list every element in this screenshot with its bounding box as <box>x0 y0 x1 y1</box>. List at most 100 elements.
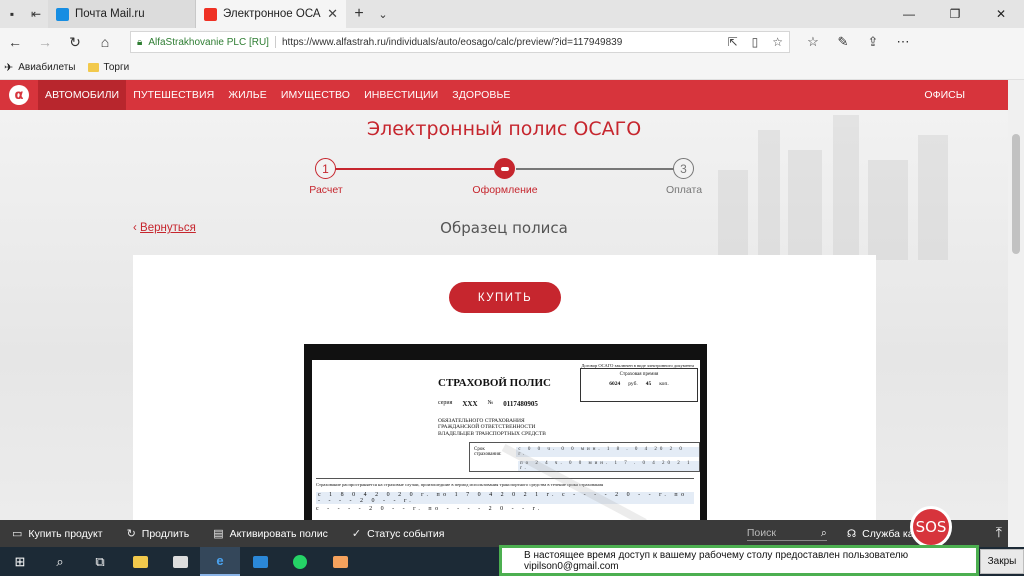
url-input[interactable]: 🔒︎ AlfaStrakhovanie PLC [RU] https://www… <box>130 31 790 53</box>
sample-title: Образец полиса <box>440 219 568 237</box>
search-placeholder: Поиск <box>746 527 776 539</box>
divider <box>274 36 276 48</box>
scroll-top-icon[interactable]: ⤒ <box>996 524 1002 541</box>
policy-document: Договор ОСАГО заключен в виде электронно… <box>312 360 700 520</box>
policy-title: СТРАХОВОЙ ПОЛИС <box>438 377 551 389</box>
home-icon[interactable]: ⌂ <box>90 34 120 50</box>
minimize-icon[interactable]: — <box>886 0 932 28</box>
restore-icon[interactable]: ❐ <box>932 0 978 28</box>
favorites-icon[interactable]: ☆ <box>798 34 828 50</box>
alfa-icon <box>204 7 217 21</box>
tab-manager-icon[interactable]: ▪ <box>0 0 24 28</box>
windows-start-icon[interactable]: ⊞ <box>0 547 40 576</box>
tab-osago[interactable]: Электронное ОСАГО ✕ <box>196 0 346 28</box>
policy-card: КУПИТЬ Договор ОСАГО заключен в виде эле… <box>133 255 876 520</box>
share-icon[interactable]: ⇪ <box>858 34 888 50</box>
premium-value: 6024 руб. 45 коп. <box>581 381 697 387</box>
premium-rub-unit: руб. <box>628 381 638 387</box>
page-scrollbar[interactable] <box>1008 80 1024 547</box>
task-view-icon[interactable]: ⧉ <box>80 547 120 576</box>
scroll-thumb[interactable] <box>1012 134 1020 254</box>
nav-investments[interactable]: ИНВЕСТИЦИИ <box>357 80 445 110</box>
more-icon[interactable]: ⋯ <box>888 34 918 50</box>
activate-policy-link[interactable]: ▤ Активировать полис <box>201 527 340 541</box>
close-tab-icon[interactable]: ✕ <box>327 6 338 22</box>
term-from: с 0 0 ч. 0 0 мин. 1 8 . 0 4 20 2 0 г. <box>516 447 699 457</box>
step-3-circle: 3 <box>673 158 694 179</box>
step-line-pending <box>516 168 686 170</box>
edge-icon[interactable]: e <box>200 547 240 576</box>
cart-icon: ▭ <box>12 528 23 540</box>
premium-kop: 45 <box>645 381 652 387</box>
star-icon[interactable]: ☆ <box>772 35 783 49</box>
number-value: 0117480905 <box>503 400 538 408</box>
address-bar-row: ← → ↻ ⌂ 🔒︎ AlfaStrakhovanie PLC [RU] htt… <box>0 28 1024 56</box>
step-2-label: Оформление <box>472 184 538 196</box>
reader-icon[interactable]: ⇱ <box>728 35 738 49</box>
chevron-down-icon[interactable]: ⌄ <box>372 0 394 28</box>
close-window-icon[interactable]: ✕ <box>978 0 1024 28</box>
bookmark-label: Авиабилеты <box>18 62 76 73</box>
remote-access-notification: В настоящее время доступ к вашему рабоче… <box>499 545 979 576</box>
alfa-logo[interactable]: α <box>0 80 38 110</box>
nav-housing[interactable]: ЖИЛЬЕ <box>221 80 274 110</box>
refresh-icon[interactable]: ↻ <box>60 34 90 51</box>
back-arrow-icon[interactable]: ← <box>0 34 30 50</box>
browser-tab-bar: ▪ ⇤ Почта Mail.ru Электронное ОСАГО ✕ + … <box>0 0 1024 28</box>
insure-line: ВЛАДЕЛЬЦЕВ ТРАНСПОРТНЫХ СРЕДСТВ <box>438 430 546 437</box>
new-tab-button[interactable]: + <box>346 0 372 28</box>
tab-mail-ru[interactable]: Почта Mail.ru <box>48 0 196 28</box>
event-status-link[interactable]: ✓ Статус события <box>340 527 456 541</box>
page-title: Электронный полис ОСАГО <box>366 118 642 140</box>
nav-offices[interactable]: ОФИСЫ <box>924 89 965 101</box>
whatsapp-icon[interactable] <box>280 547 320 576</box>
close-notification-button[interactable]: Закры <box>980 549 1024 574</box>
bookmark-torgi[interactable]: Торги <box>87 62 129 73</box>
browser-tools: ☆ ✎ ⇪ ⋯ <box>798 34 918 50</box>
step-3-label: Оплата <box>665 184 703 196</box>
bottom-item-label: Купить продукт <box>28 527 103 540</box>
page-content: Электронный полис ОСАГО 1 3 Расчет Оформ… <box>0 110 1008 520</box>
step-1-label[interactable]: Расчет <box>266 184 386 196</box>
site-bottom-bar: ▭ Купить продукт ↻ Продлить ▤ Активирова… <box>0 506 1008 548</box>
progress-steps: 1 3 Расчет Оформление Оплата <box>300 156 720 196</box>
search-icon[interactable]: ⌕ <box>40 547 80 576</box>
step-1-circle[interactable]: 1 <box>315 158 336 179</box>
nav-travel[interactable]: ПУТЕШЕСТВИЯ <box>126 80 221 110</box>
nav-cars[interactable]: АВТОМОБИЛИ <box>38 80 127 110</box>
sos-button[interactable]: SOS <box>910 506 952 548</box>
policy-sample-image: Договор ОСАГО заключен в виде электронно… <box>304 344 707 520</box>
plane-icon: ✈ <box>4 62 14 74</box>
file-explorer-icon[interactable] <box>120 547 160 576</box>
logo-mark: α <box>9 85 29 105</box>
insure-line: ГРАЖДАНСКОЙ ОТВЕТСТВЕННОСТИ <box>438 424 536 431</box>
set-aside-tabs-icon[interactable]: ⇤ <box>24 0 48 28</box>
app-icon[interactable] <box>320 547 360 576</box>
renew-link[interactable]: ↻ Продлить <box>115 527 202 541</box>
insurance-type: ОБЯЗАТЕЛЬНОГО СТРАХОВАНИЯ ГРАЖДАНСКОЙ ОТ… <box>438 418 546 437</box>
buy-product-link[interactable]: ▭ Купить продукт <box>0 527 115 541</box>
headset-icon: ☊ <box>846 527 857 540</box>
store-icon[interactable] <box>160 547 200 576</box>
buy-button[interactable]: КУПИТЬ <box>449 282 561 313</box>
nav-health[interactable]: ЗДОРОВЬЕ <box>445 80 517 110</box>
mail-icon[interactable] <box>240 547 280 576</box>
premium-label: Страховая премия <box>619 372 659 377</box>
policy-series-row: серия XXX № 0117480905 <box>438 400 538 408</box>
number-label: № <box>487 400 494 406</box>
bookmark-avia[interactable]: ✈ Авиабилеты <box>4 61 76 74</box>
pen-icon[interactable]: ✎ <box>828 34 858 50</box>
window-controls: — ❐ ✕ <box>886 0 1024 28</box>
reading-view-icon[interactable]: ▯ <box>752 35 759 49</box>
series-value: XXX <box>462 400 478 408</box>
bottom-item-label: Активировать полис <box>229 527 328 540</box>
nav-property[interactable]: ИМУЩЕСТВО <box>274 80 357 110</box>
bottom-item-label: Продлить <box>141 527 190 540</box>
folder-icon <box>87 63 99 72</box>
series-label: серия <box>438 400 453 406</box>
bottom-search-input[interactable]: Поиск ⌕ <box>746 527 827 541</box>
forward-arrow-icon[interactable]: → <box>30 34 60 50</box>
lock-icon: 🔒︎ <box>137 36 143 48</box>
search-icon[interactable]: ⌕ <box>821 527 827 540</box>
certificate-label: AlfaStrakhovanie PLC [RU] <box>148 36 269 48</box>
